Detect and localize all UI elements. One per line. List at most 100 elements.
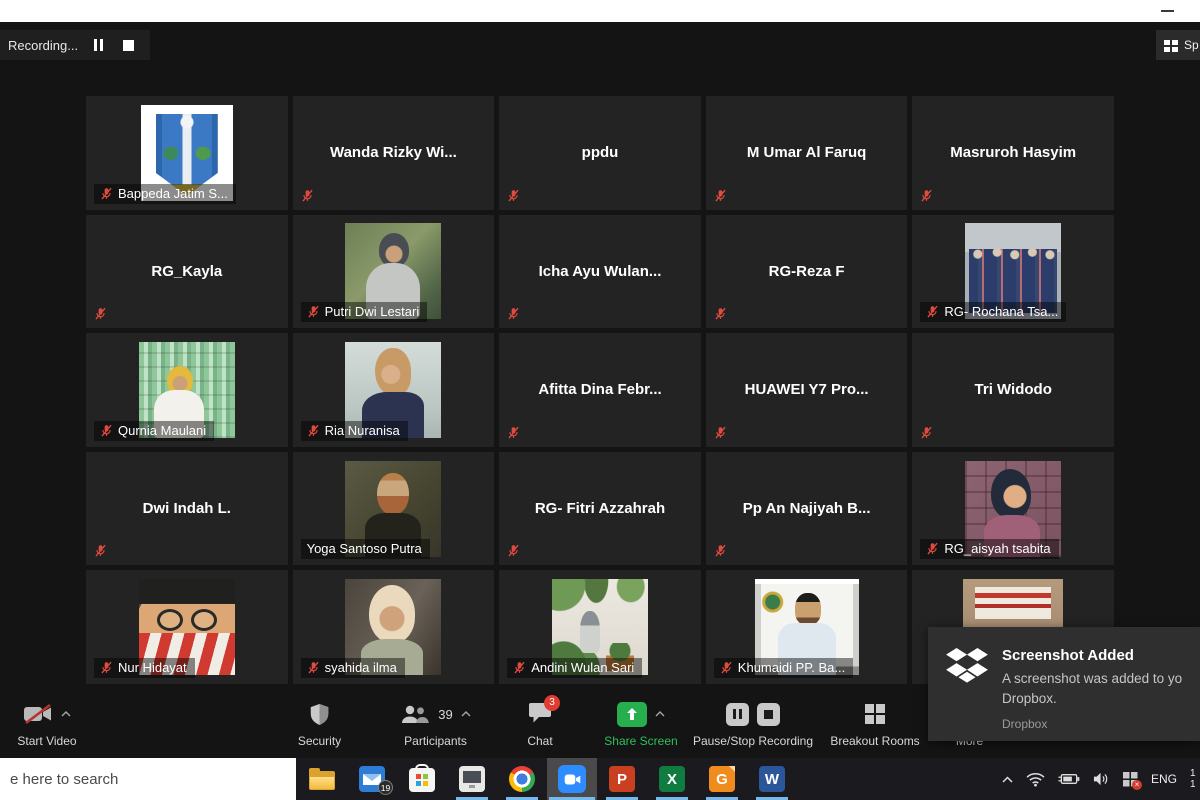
participants-button[interactable]: 39 Participants [383, 701, 488, 748]
volume-icon[interactable] [1093, 772, 1110, 786]
security-label: Security [298, 734, 341, 748]
stop-recording-icon[interactable] [757, 703, 780, 726]
participant-name: ppdu [574, 144, 627, 161]
participant-tile[interactable]: RG-Reza F [706, 215, 908, 329]
participant-name: Afitta Dina Febr... [530, 381, 669, 398]
participant-name: M Umar Al Faruq [739, 144, 874, 161]
participant-tile[interactable]: RG_aisyah tsabita [912, 452, 1114, 566]
chat-badge: 3 [544, 695, 560, 711]
participant-name-label: Qurnia Maulani [94, 421, 214, 441]
stop-icon [123, 40, 134, 51]
participant-tile[interactable]: Andini Wulan Sari [499, 570, 701, 684]
pause-stop-recording-button[interactable]: Pause/Stop Recording [688, 701, 818, 748]
chevron-up-icon[interactable] [461, 711, 471, 717]
participant-name: RG- Fitri Azzahrah [527, 500, 673, 517]
dropbox-notification[interactable]: Screenshot Added A screenshot was added … [928, 627, 1200, 741]
participant-tile[interactable]: Yoga Santoso Putra [293, 452, 495, 566]
g-pdf-app-taskbar-icon[interactable]: G [697, 758, 747, 800]
participant-tile[interactable]: Pp An Najiyah B... [706, 452, 908, 566]
participant-tile[interactable]: syahida ilma [293, 570, 495, 684]
stop-recording-button[interactable] [118, 35, 138, 55]
breakout-rooms-icon [865, 704, 885, 724]
chevron-up-icon[interactable] [655, 711, 665, 717]
notification-title: Screenshot Added [1002, 647, 1182, 664]
participant-tile[interactable]: Afitta Dina Febr... [499, 333, 701, 447]
muted-mic-icon [507, 307, 520, 320]
recording-label: Recording... [8, 38, 78, 53]
participant-tile[interactable]: RG- Fitri Azzahrah [499, 452, 701, 566]
muted-mic-icon [714, 307, 727, 320]
participant-tile[interactable]: Khumaidi PP. Ba... [706, 570, 908, 684]
dropbox-logo-icon [946, 647, 988, 685]
participant-name-label: Khumaidi PP. Ba... [714, 658, 853, 678]
hidden-icons-chevron[interactable] [1002, 776, 1013, 783]
participant-name: Wanda Rizky Wi... [322, 144, 465, 161]
participant-tile[interactable]: Tri Widodo [912, 333, 1114, 447]
muted-mic-icon [720, 661, 733, 674]
mail-badge: 19 [378, 780, 393, 795]
participant-tile[interactable]: Nur Hidayat [86, 570, 288, 684]
participant-name-label: Andini Wulan Sari [507, 658, 642, 678]
participant-tile[interactable]: Dwi Indah L. [86, 452, 288, 566]
dropbox-sync-error-icon[interactable] [1123, 772, 1138, 787]
participant-tile[interactable]: Wanda Rizky Wi... [293, 96, 495, 210]
start-video-label: Start Video [17, 734, 76, 748]
participant-tile[interactable]: Bappeda Jatim S... [86, 96, 288, 210]
pause-icon [94, 39, 97, 51]
mail-taskbar-icon[interactable]: 19 [347, 758, 397, 800]
shield-icon [309, 703, 330, 726]
clock-fragment[interactable]: 11 [1190, 768, 1197, 790]
breakout-rooms-button[interactable]: Breakout Rooms [820, 701, 930, 748]
participant-name-label: RG_aisyah tsabita [920, 539, 1058, 559]
desktop-app-taskbar-icon[interactable] [447, 758, 497, 800]
muted-mic-icon [100, 187, 113, 200]
muted-mic-icon [714, 189, 727, 202]
chat-label: Chat [527, 734, 552, 748]
participant-tile[interactable]: RG- Rochana Tsa... [912, 215, 1114, 329]
view-button-label: Sp [1184, 38, 1199, 52]
participant-name: Pp An Najiyah B... [735, 500, 879, 517]
participant-tile[interactable]: M Umar Al Faruq [706, 96, 908, 210]
wifi-icon[interactable] [1026, 772, 1045, 787]
microsoft-store-taskbar-icon[interactable] [397, 758, 447, 800]
speaker-view-button[interactable]: Sp [1156, 30, 1200, 60]
participant-name: Icha Ayu Wulan... [531, 263, 670, 280]
participants-label: Participants [404, 734, 467, 748]
windows-taskbar: e here to search 19 PXGW [0, 758, 1200, 800]
participant-tile[interactable]: Ria Nuranisa [293, 333, 495, 447]
participant-tile[interactable]: Icha Ayu Wulan... [499, 215, 701, 329]
participant-tile[interactable]: HUAWEI Y7 Pro... [706, 333, 908, 447]
minimize-button[interactable] [1161, 10, 1174, 12]
word-taskbar-icon[interactable]: W [747, 758, 797, 800]
battery-icon[interactable] [1058, 773, 1080, 785]
language-indicator[interactable]: ENG [1151, 772, 1177, 786]
chat-button[interactable]: 3 Chat [505, 701, 575, 748]
participant-name: Masruroh Hasyim [942, 144, 1084, 161]
excel-taskbar-icon[interactable]: X [647, 758, 697, 800]
pause-recording-button[interactable] [88, 35, 108, 55]
system-tray: ENG 11 [1002, 758, 1200, 800]
muted-mic-icon [920, 426, 933, 439]
muted-mic-icon [920, 189, 933, 202]
share-screen-button[interactable]: Share Screen [586, 701, 696, 748]
muted-mic-icon [94, 544, 107, 557]
taskbar-app-icons: 19 PXGW [297, 758, 797, 800]
zoom-taskbar-icon[interactable] [547, 758, 597, 800]
security-button[interactable]: Security [282, 701, 357, 748]
participant-tile[interactable]: Putri Dwi Lestari [293, 215, 495, 329]
file-explorer-taskbar-icon[interactable] [297, 758, 347, 800]
participant-tile[interactable]: Masruroh Hasyim [912, 96, 1114, 210]
participant-tile[interactable]: Qurnia Maulani [86, 333, 288, 447]
chevron-up-icon[interactable] [61, 711, 71, 717]
powerpoint-taskbar-icon[interactable]: P [597, 758, 647, 800]
taskbar-search-input[interactable]: e here to search [0, 758, 296, 800]
participant-name-label: Ria Nuranisa [301, 421, 408, 441]
chrome-taskbar-icon[interactable] [497, 758, 547, 800]
pause-recording-icon[interactable] [726, 703, 749, 726]
participant-tile[interactable]: ppdu [499, 96, 701, 210]
muted-mic-icon [507, 426, 520, 439]
start-video-button[interactable]: Start Video [2, 701, 92, 748]
participants-icon [400, 704, 430, 725]
participant-tile[interactable]: RG_Kayla [86, 215, 288, 329]
gallery-grid-icon [1164, 40, 1170, 45]
